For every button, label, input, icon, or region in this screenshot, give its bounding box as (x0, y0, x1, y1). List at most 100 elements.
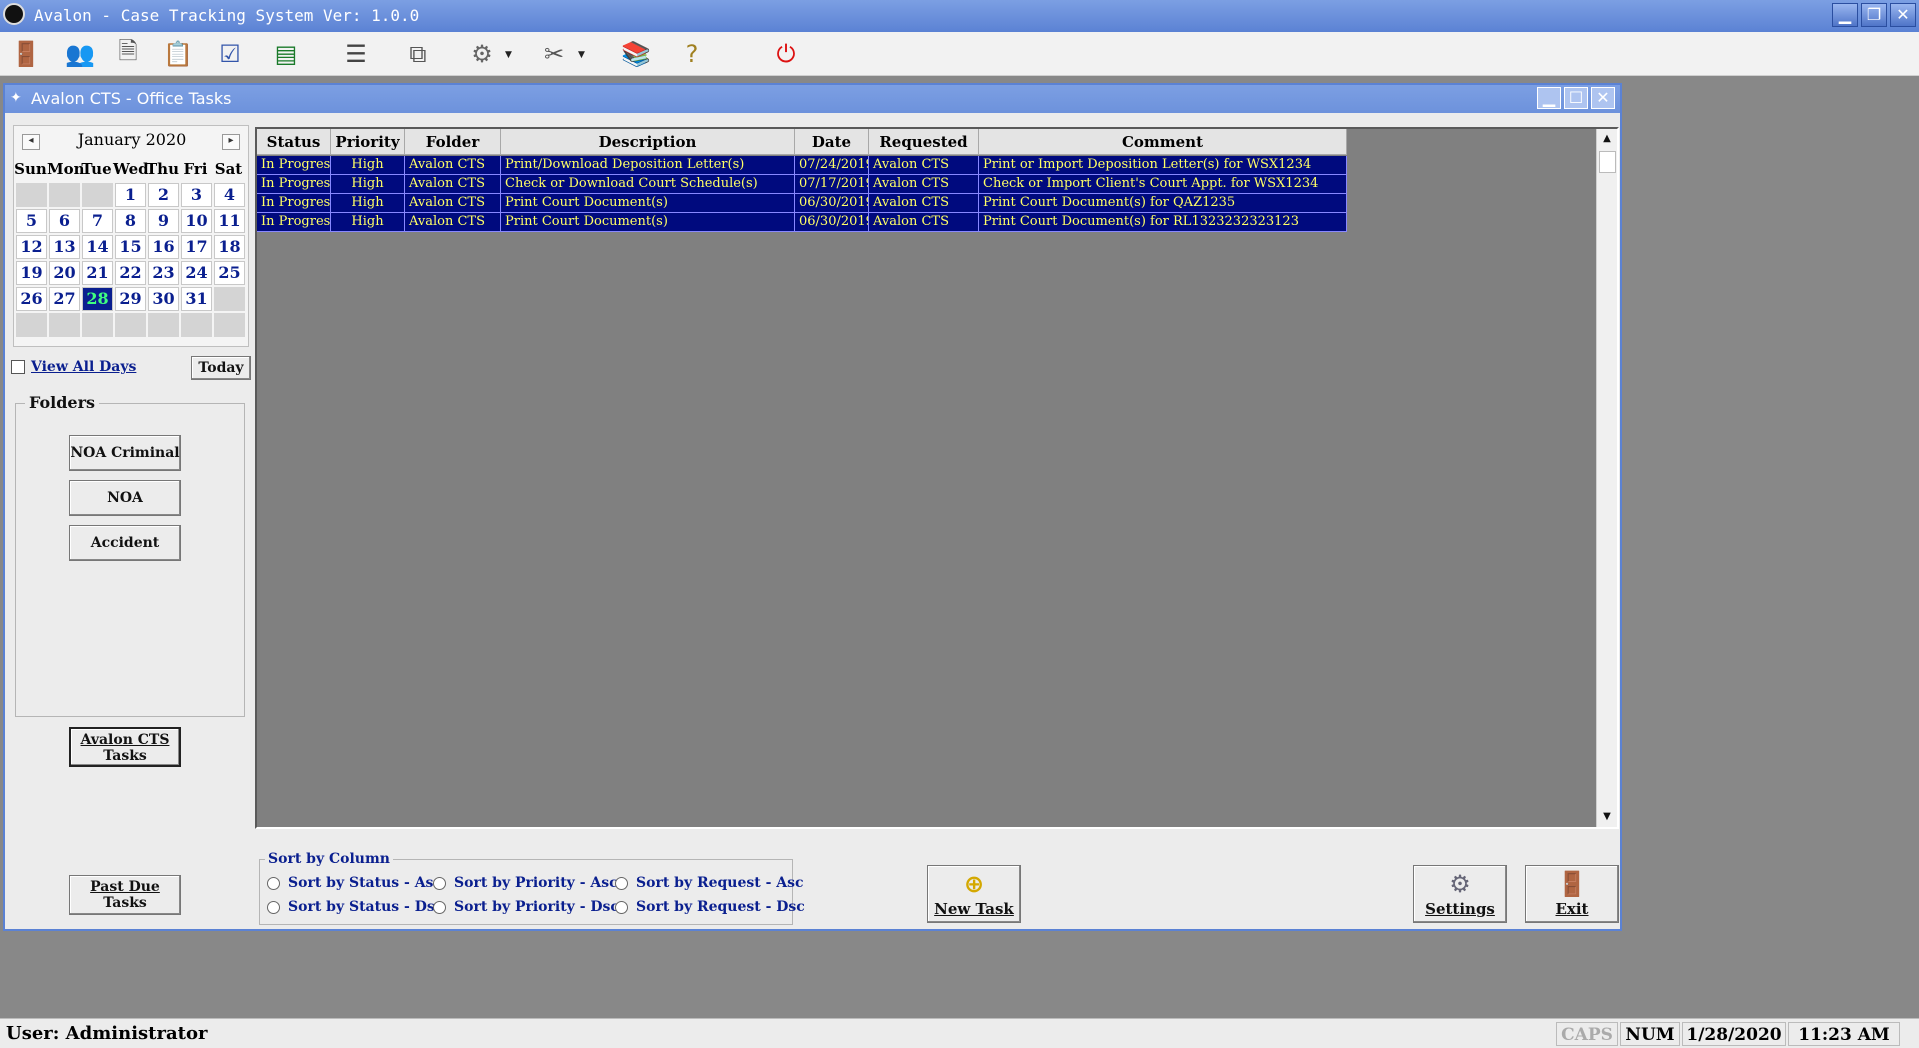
sort-priority-asc-radio[interactable]: Sort by Priority - Asc (433, 875, 618, 891)
calendar-day[interactable]: 12 (16, 235, 47, 259)
calendar-day[interactable]: 29 (115, 287, 146, 311)
folder-noa-infraction-button[interactable]: NOA Infraction (69, 480, 181, 540)
clipboard-icon[interactable]: 📋 (160, 36, 196, 72)
avalon-cts-tasks-button[interactable]: Avalon CTS Tasks (69, 727, 181, 767)
table-row[interactable]: In Progress High Avalon CTS Check or Downlo… (257, 175, 1347, 194)
calendar-next-button[interactable]: ▸ (222, 134, 240, 150)
calendar-day[interactable]: 10 (181, 209, 212, 233)
sort-priority-dsc-radio[interactable]: Sort by Priority - Dsc (433, 899, 619, 915)
books-icon[interactable]: 📚 (618, 36, 654, 72)
scroll-thumb[interactable] (1599, 151, 1616, 173)
column-header-status[interactable]: Status (257, 129, 331, 155)
calendar-day[interactable]: 9 (148, 209, 179, 233)
calendar-day[interactable]: 30 (148, 287, 179, 311)
sort-status-asc-radio[interactable]: Sort by Status - Asc (267, 875, 442, 891)
column-header-date[interactable]: Date (795, 129, 869, 155)
power-icon[interactable]: ⏻ (768, 36, 804, 72)
radio-circle[interactable] (433, 876, 446, 890)
calendar-day[interactable]: 18 (214, 235, 245, 259)
checkbox-box[interactable] (11, 360, 25, 374)
folder-noa-criminal-button[interactable]: NOA Criminal (69, 435, 181, 471)
column-header-comment[interactable]: Comment (979, 129, 1347, 155)
calendar-day[interactable]: 4 (214, 183, 245, 207)
pages-icon[interactable]: ⧉ (400, 36, 436, 72)
calendar-day[interactable]: 21 (82, 261, 113, 285)
calendar-day[interactable]: 24 (181, 261, 212, 285)
calendar-day[interactable]: 6 (49, 209, 80, 233)
calendar-day[interactable]: 17 (181, 235, 212, 259)
folder-accident-button[interactable]: Accident (69, 525, 181, 561)
radio-circle[interactable] (433, 900, 446, 914)
checklist-icon[interactable]: ☑ (212, 36, 248, 72)
calendar-day[interactable]: 1 (115, 183, 146, 207)
calendar-day[interactable]: 20 (49, 261, 80, 285)
calendar-day[interactable]: 16 (148, 235, 179, 259)
weekday-wed: Wed (113, 160, 149, 178)
calendar-day[interactable]: 26 (16, 287, 47, 311)
calendar-day[interactable]: 25 (214, 261, 245, 285)
calendar-day[interactable]: 22 (115, 261, 146, 285)
column-header-description[interactable]: Description (501, 129, 795, 155)
table-row[interactable]: In Progress High Avalon CTS Print Court Doc… (257, 213, 1347, 232)
calendar-day[interactable]: 11 (214, 209, 245, 233)
month-calendar[interactable]: ◂ January 2020 ▸ Sun Mon Tue Wed Thu Fri Sat 1… (13, 125, 249, 347)
tasks-grid[interactable]: Status Priority Folder Description Date Reque… (255, 127, 1619, 829)
window-minimize-button[interactable]: ▁ (1537, 87, 1561, 109)
calendar-day[interactable]: 2 (148, 183, 179, 207)
grid-header: Status Priority Folder Description Date Reque… (257, 129, 1347, 177)
past-due-tasks-button[interactable]: Past Due Tasks (69, 875, 181, 915)
users-icon[interactable]: 👥 (62, 36, 98, 72)
scroll-up-icon[interactable]: ▲ (1597, 129, 1617, 149)
window-maximize-button[interactable]: ☐ (1564, 87, 1588, 109)
radio-circle[interactable] (267, 876, 280, 890)
calendar-day[interactable]: 8 (115, 209, 146, 233)
app-restore-button[interactable]: ❐ (1861, 3, 1887, 27)
exit-door-icon[interactable]: 🚪 (8, 36, 44, 72)
calendar-day[interactable]: 7 (82, 209, 113, 233)
help-icon[interactable]: ? (674, 36, 710, 72)
tools-dropdown-icon[interactable]: ▼ (578, 50, 588, 60)
calendar-day[interactable]: 31 (181, 287, 212, 311)
app-minimize-button[interactable]: ▁ (1832, 3, 1858, 27)
tools-icon[interactable]: ✂ (536, 36, 572, 72)
radio-circle[interactable] (267, 900, 280, 914)
table-row[interactable]: In Progress High Avalon CTS Print Court Doc… (257, 194, 1347, 213)
calendar-day[interactable]: 5 (16, 209, 47, 233)
calendar-day[interactable]: 3 (181, 183, 212, 207)
scroll-down-icon[interactable]: ▼ (1597, 807, 1617, 827)
calendar-day[interactable]: 14 (82, 235, 113, 259)
calendar-day[interactable]: 28 (82, 287, 113, 311)
calendar-day[interactable]: 13 (49, 235, 80, 259)
calendar-day[interactable]: 27 (49, 287, 80, 311)
list-icon[interactable]: ☰ (338, 36, 374, 72)
gear-dropdown-icon[interactable]: ▼ (505, 50, 515, 60)
weekday-mon: Mon (47, 160, 85, 178)
calendar-day[interactable]: 15 (115, 235, 146, 259)
sort-status-dsc-radio[interactable]: Sort by Status - Dsc (267, 899, 443, 915)
calendar-days-grid[interactable]: 1 2 3 4 5 6 7 8 9 10 11 12 13 14 15 16 17 18 19 20 21 22 23 24 2… (15, 182, 249, 338)
today-button[interactable]: Today (191, 356, 251, 380)
new-task-button[interactable]: ⊕ New Task (927, 865, 1021, 923)
grid-vertical-scrollbar[interactable]: ▲ ▼ (1596, 129, 1617, 827)
calendar-day[interactable]: 19 (16, 261, 47, 285)
notepad-icon[interactable]: ▤ (268, 36, 304, 72)
exit-button[interactable]: 🚪 Exit (1525, 865, 1619, 923)
app-close-button[interactable]: ✕ (1890, 3, 1916, 27)
radio-circle[interactable] (615, 900, 628, 914)
calendar-day[interactable]: 23 (148, 261, 179, 285)
settings-button[interactable]: ⚙ Settings (1413, 865, 1507, 923)
window-close-button[interactable]: ✕ (1591, 87, 1615, 109)
column-header-folder[interactable]: Folder (405, 129, 501, 155)
grid-body[interactable]: In Progress High Avalon CTS Print/Download … (257, 156, 1347, 232)
table-row[interactable]: In Progress High Avalon CTS Print/Download … (257, 156, 1347, 175)
column-header-priority[interactable]: Priority (331, 129, 405, 155)
window-title: Avalon CTS - Office Tasks (31, 89, 232, 108)
column-header-requested-by[interactable]: Requested By (869, 129, 979, 177)
calendar-blank-cell (148, 313, 179, 337)
radio-circle[interactable] (615, 876, 628, 890)
gear-icon[interactable]: ⚙ (464, 36, 500, 72)
sort-request-dsc-radio[interactable]: Sort by Request - Dsc (615, 899, 805, 915)
document-icon[interactable]: 🗎 (110, 36, 146, 72)
sort-request-asc-radio[interactable]: Sort by Request - Asc (615, 875, 804, 891)
view-all-days-checkbox[interactable]: View All Days (11, 359, 136, 375)
